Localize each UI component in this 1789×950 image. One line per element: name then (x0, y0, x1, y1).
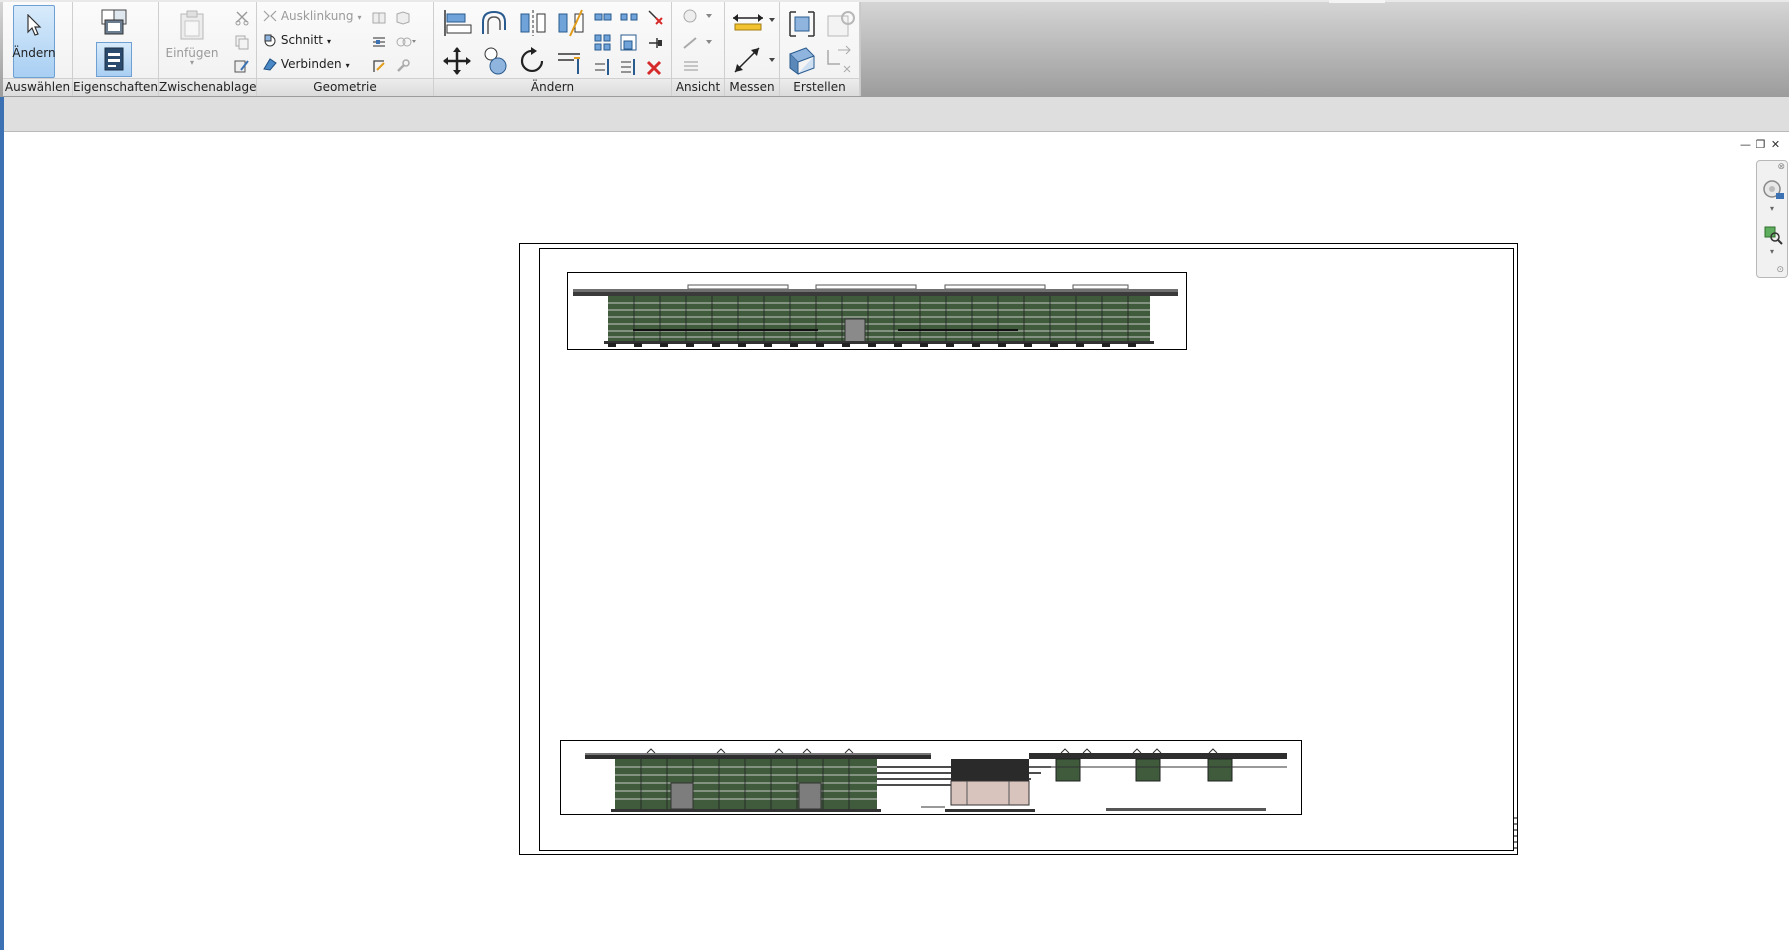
title-block-edge-marks (1513, 817, 1517, 849)
panel-label-clipboard: Zwischenablage (159, 78, 257, 96)
panel-label-create: Erstellen (780, 78, 859, 96)
join-button[interactable]: Verbinden ▾ (263, 54, 350, 74)
cope-button-label: Ausklinkung (280, 9, 354, 23)
copy-icon[interactable] (234, 34, 250, 50)
split-element-icon[interactable] (594, 10, 612, 24)
array-icon[interactable] (594, 34, 612, 52)
create-assembly-icon[interactable] (786, 8, 818, 40)
panel-label-view: Ansicht (672, 78, 724, 96)
panel-create: Erstellen (780, 2, 860, 96)
cut-geometry-button[interactable]: Schnitt ▾ (263, 30, 331, 50)
beam-column-joins-icon[interactable] (371, 58, 387, 74)
cursor-arrow-icon (27, 14, 42, 36)
zoom-dropdown-icon[interactable]: ▾ (1757, 247, 1787, 256)
scale-icon[interactable] (620, 34, 638, 52)
split-face-icon[interactable] (371, 10, 387, 26)
modify-button[interactable]: Ändern (12, 5, 56, 78)
trim-extend-multiple-icon[interactable] (620, 58, 638, 76)
join-geometry-icon (263, 58, 277, 71)
panel-select: Ändern Auswählen (3, 2, 73, 96)
minimize-view-button[interactable]: — (1738, 138, 1753, 151)
panel-view: Ansicht (672, 2, 725, 96)
panel-measure: Messen (725, 2, 780, 96)
navbar-close-icon[interactable]: ⊗ (1777, 162, 1785, 172)
elevation-drawing-top (573, 284, 1178, 347)
navbar-options-icon[interactable]: ⊙ (1776, 265, 1784, 275)
measure-distance-icon[interactable] (731, 10, 775, 34)
clipboard-paste-icon (180, 10, 204, 40)
cope-dropdown-caret: ▾ (357, 13, 362, 22)
close-view-button[interactable]: ✕ (1768, 138, 1783, 151)
delete-icon[interactable] (646, 60, 662, 76)
panel-label-select: Auswählen (3, 78, 72, 96)
view-window-controls: — ❐ ✕ (1738, 138, 1788, 152)
mirror-draw-axis-icon[interactable] (556, 8, 586, 38)
cope-icon (263, 10, 277, 22)
panel-label-modify: Ändern (434, 78, 671, 96)
wall-join-tool-icon[interactable] (395, 58, 411, 74)
type-properties-icon[interactable] (97, 8, 131, 36)
copy-element-icon[interactable] (480, 46, 510, 76)
steering-wheel-icon[interactable] (1762, 179, 1784, 203)
offset-icon[interactable] (480, 8, 510, 38)
panel-properties: Eigenschaften (73, 2, 159, 96)
mirror-pick-axis-icon[interactable] (518, 8, 548, 38)
zoom-region-icon[interactable] (1763, 225, 1783, 245)
elevation-drawing-bottom (585, 748, 1287, 812)
panel-clipboard: Einfügen ▾ Zwischenablage (159, 2, 257, 96)
match-type-properties-icon[interactable] (234, 58, 250, 74)
steering-wheel-dropdown-icon[interactable]: ▾ (1757, 204, 1787, 213)
align-icon[interactable] (442, 8, 472, 38)
panel-label-properties: Eigenschaften (73, 78, 159, 96)
restore-view-button[interactable]: ❐ (1753, 138, 1768, 151)
create-group-icon[interactable] (786, 44, 818, 76)
trim-extend-corner-icon[interactable] (556, 46, 586, 76)
trim-extend-single-icon[interactable] (594, 58, 612, 76)
wall-joins-icon[interactable] (371, 34, 387, 50)
cut-geometry-dropdown-caret: ▾ (327, 37, 332, 46)
cut-geometry-icon (264, 34, 276, 47)
aligned-dimension-icon[interactable] (731, 44, 775, 76)
panel-label-measure: Messen (725, 78, 779, 96)
navigation-bar: ⊗ ▾ ▾ ⊙ (1756, 160, 1788, 278)
unpin-icon[interactable] (646, 8, 664, 26)
options-bar (0, 97, 1789, 132)
modify-button-label: Ändern (12, 46, 56, 60)
create-similar-icon[interactable] (824, 44, 856, 76)
override-graphics-icon[interactable] (682, 8, 712, 26)
viewport-elevation-top[interactable] (567, 272, 1187, 350)
pin-icon[interactable] (646, 34, 664, 52)
hide-elements-icon[interactable] (682, 58, 702, 74)
cut-geometry-button-label: Schnitt (280, 33, 323, 47)
properties-button[interactable] (96, 42, 132, 77)
panel-modify: Ändern (434, 2, 672, 96)
join-dropdown-caret: ▾ (345, 61, 350, 70)
demolish-icon[interactable] (395, 34, 417, 50)
cut-scissors-icon[interactable] (234, 10, 250, 26)
rotate-icon[interactable] (518, 46, 548, 76)
active-tab-marker (1329, 0, 1385, 3)
properties-icon (104, 47, 124, 71)
create-parts-icon[interactable] (824, 8, 856, 40)
split-with-gap-icon[interactable] (620, 10, 638, 24)
panel-label-geometry: Geometrie (257, 78, 433, 96)
move-icon[interactable] (442, 46, 472, 76)
linework-icon[interactable] (682, 34, 712, 52)
paint-icon[interactable] (395, 10, 411, 26)
paste-button[interactable]: Einfügen ▾ (165, 6, 219, 72)
viewport-elevation-bottom[interactable] (560, 740, 1302, 815)
panel-geometry: Ausklinkung ▾ Schnitt ▾ Verbinden ▾ Geom… (257, 2, 434, 96)
paste-dropdown-caret: ▾ (189, 58, 194, 67)
ribbon-panels: Ändern Auswählen Eigenschaften Einfügen … (3, 2, 861, 96)
cope-button[interactable]: Ausklinkung ▾ (263, 6, 362, 26)
join-button-label: Verbinden (280, 57, 342, 71)
